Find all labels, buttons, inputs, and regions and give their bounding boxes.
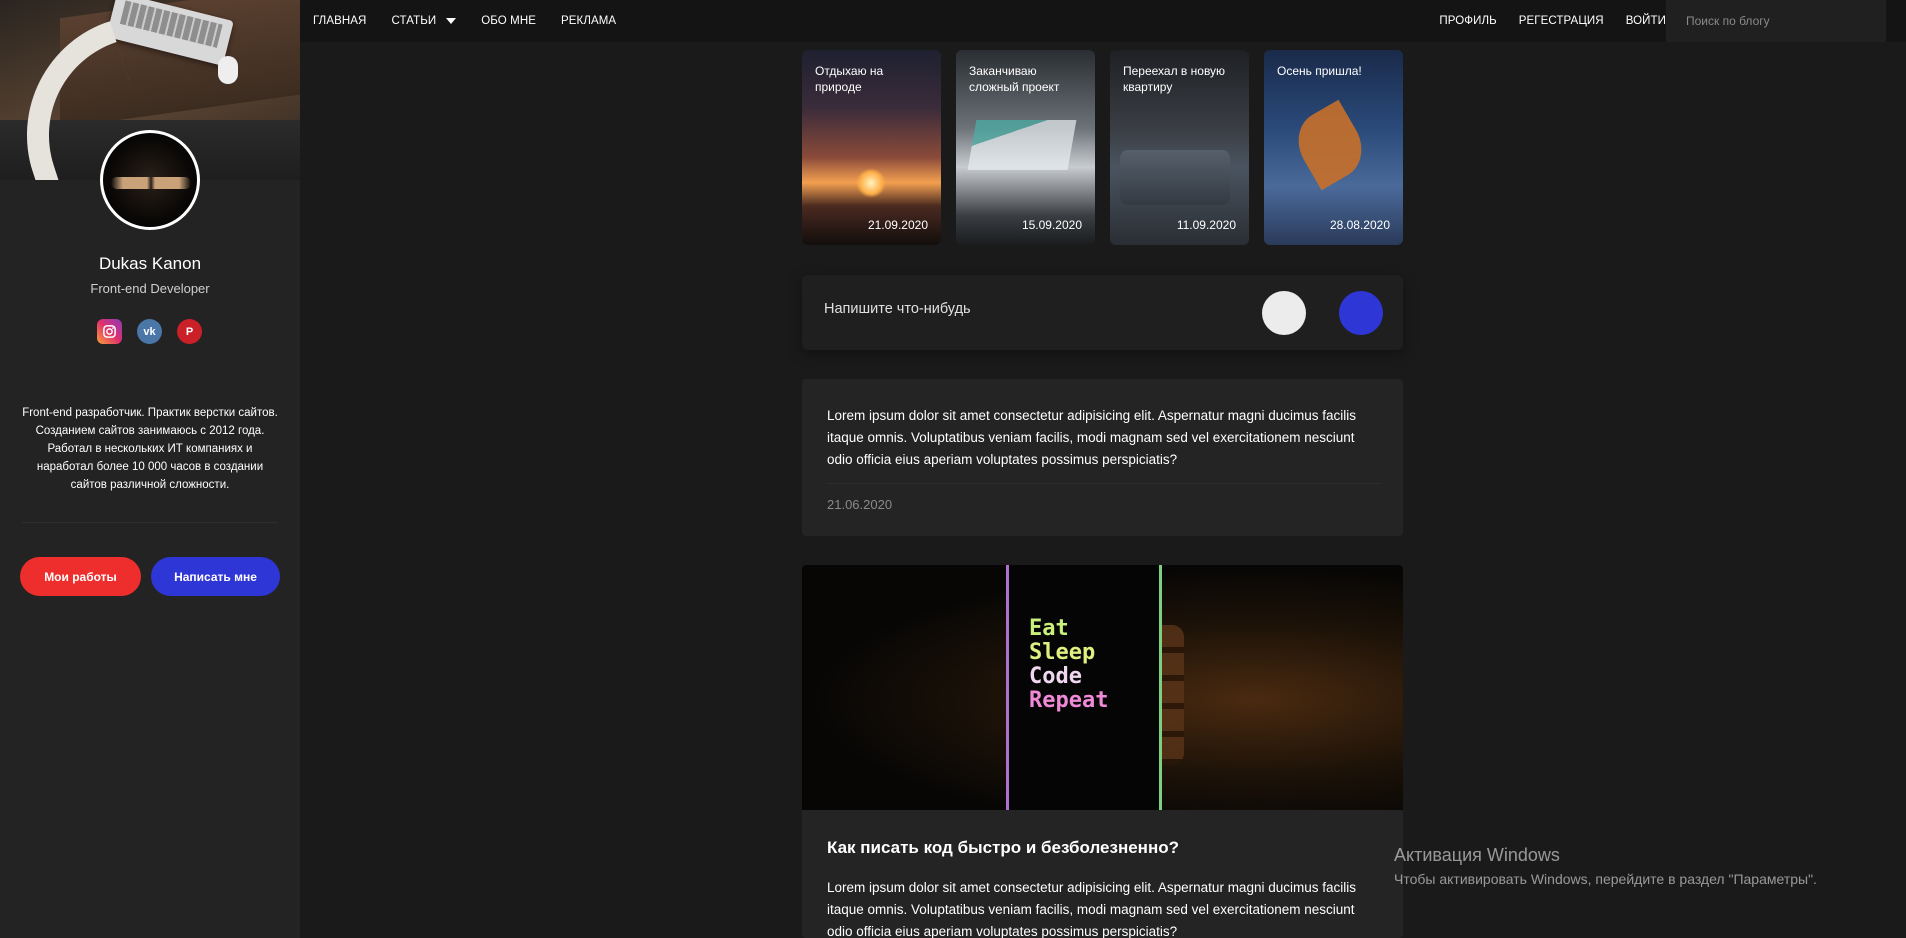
story-title: Осень пришла! <box>1277 64 1362 78</box>
search-box <box>1666 0 1886 42</box>
nav-home[interactable]: ГЛАВНАЯ <box>313 15 366 27</box>
post-body: Lorem ipsum dolor sit amet consectetur a… <box>827 408 1356 467</box>
post-card: Lorem ipsum dolor sit amet consectetur a… <box>802 379 1403 536</box>
nav-login[interactable]: ВОЙТИ <box>1626 15 1666 27</box>
post-date: 21.06.2020 <box>827 497 893 512</box>
avatar[interactable] <box>100 130 200 230</box>
post-image[interactable]: Eat Sleep Code Repeat <box>802 565 1403 810</box>
story-card[interactable]: Осень пришла! 28.08.2020 <box>1264 50 1403 245</box>
send-button[interactable] <box>1339 291 1383 335</box>
story-title: Переехал в новую квартиру <box>1123 64 1226 94</box>
post-composer: Напишите что-нибудь <box>802 275 1403 350</box>
story-title: Отдыхаю на природе <box>815 64 884 94</box>
story-date: 21.09.2020 <box>867 218 928 232</box>
story-card[interactable]: Переехал в новую квартиру 11.09.2020 <box>1110 50 1249 245</box>
story-card[interactable]: Отдыхаю на природе 21.09.2020 <box>802 50 941 245</box>
profile-name: Dukas Kanon <box>98 254 202 273</box>
windows-activation-title: Активация Windows <box>1394 845 1560 865</box>
vk-icon[interactable]: vk <box>137 319 162 344</box>
composer-input[interactable]: Напишите что-нибудь <box>824 301 971 317</box>
account-menu: ПРОФИЛЬ РЕГЕСТРАЦИЯ ВОЙТИ <box>1439 0 1666 42</box>
profile-role: Front-end Developer <box>90 281 210 296</box>
instagram-icon[interactable] <box>97 319 122 344</box>
story-date: 15.09.2020 <box>1021 218 1082 232</box>
nav-ads[interactable]: РЕКЛАМА <box>561 15 616 27</box>
nav-articles[interactable]: СТАТЬИ <box>391 15 436 27</box>
nav-about[interactable]: ОБО МНЕ <box>481 15 536 27</box>
attach-button[interactable] <box>1262 291 1306 335</box>
write-me-button[interactable]: Написать мне <box>151 557 280 596</box>
story-title: Заканчиваю сложный проект <box>969 64 1060 94</box>
nav-register[interactable]: РЕГЕСТРАЦИЯ <box>1519 15 1604 27</box>
image-text-line: Sleep <box>1029 640 1096 665</box>
phone-illustration: Eat Sleep Code Repeat <box>1006 565 1162 810</box>
post-body: Lorem ipsum dolor sit amet consectetur a… <box>827 880 1356 938</box>
caret-down-icon[interactable] <box>446 18 457 24</box>
image-text-line: Code <box>1029 664 1082 689</box>
profile-bio: Front-end разработчик. Практик верстки с… <box>22 407 278 491</box>
windows-activation-subtitle: Чтобы активировать Windows, перейдите в … <box>1394 871 1817 887</box>
divider <box>22 522 278 523</box>
search-input[interactable] <box>1666 0 1886 42</box>
image-text-line: Eat <box>1029 616 1069 641</box>
stories-row: Отдыхаю на природе 21.09.2020 Заканчиваю… <box>802 50 1403 245</box>
main-menu: ГЛАВНАЯ СТАТЬИ ОБО МНЕ РЕКЛАМА <box>313 0 616 42</box>
story-card[interactable]: Заканчиваю сложный проект 15.09.2020 <box>956 50 1095 245</box>
nav-articles-dropdown[interactable]: СТАТЬИ <box>391 15 457 27</box>
image-text-line: Repeat <box>1029 688 1109 713</box>
story-date: 11.09.2020 <box>1176 218 1236 232</box>
nav-profile[interactable]: ПРОФИЛЬ <box>1439 15 1496 27</box>
pinterest-icon[interactable]: P <box>177 319 202 344</box>
my-works-button[interactable]: Мои работы <box>20 557 141 596</box>
story-date: 28.08.2020 <box>1329 218 1390 232</box>
post-title[interactable]: Как писать код быстро и безболезненно? <box>827 838 1179 858</box>
profile-sidebar: Dukas Kanon Front-end Developer vk P Fro… <box>0 0 300 938</box>
post-card: Eat Sleep Code Repeat Как писать код быс… <box>802 565 1403 938</box>
top-navigation: ГЛАВНАЯ СТАТЬИ ОБО МНЕ РЕКЛАМА ПРОФИЛЬ Р… <box>300 0 1906 42</box>
social-links: vk P <box>97 319 202 344</box>
divider <box>827 483 1382 484</box>
